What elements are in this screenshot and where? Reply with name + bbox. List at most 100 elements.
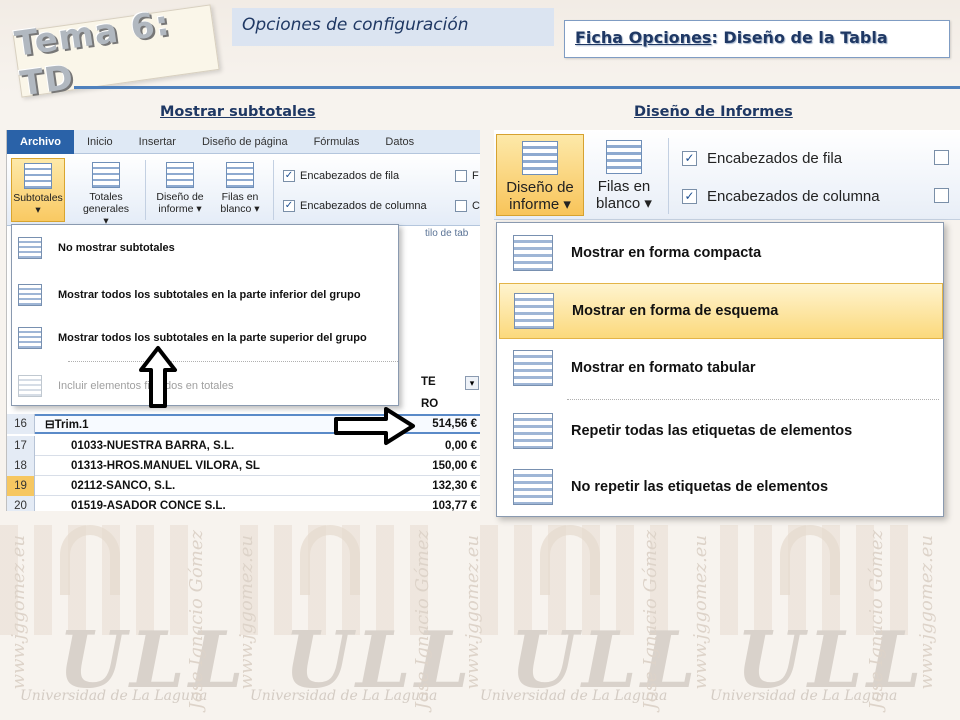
watermark-site: www.jggomez.eu <box>8 535 29 690</box>
encabezados-fila-label: Encabezados de fila <box>707 150 843 167</box>
watermark-arch <box>540 525 600 595</box>
encabezados-columna-check[interactable]: ✓ Encabezados de columna <box>682 188 880 205</box>
menu-item-subtotales-inferior[interactable]: Mostrar todos los subtotales en la parte… <box>18 280 392 310</box>
menu-item-label: Mostrar en forma de esquema <box>572 303 779 319</box>
encabezados-fila-label: Encabezados de fila <box>300 170 400 182</box>
diseno-informe-label-2: informe ▾ <box>158 203 202 215</box>
up-arrow-icon <box>139 346 177 408</box>
outline-layout-icon <box>514 293 554 329</box>
partial-check-f[interactable]: F <box>455 170 479 182</box>
tab-archivo[interactable]: Archivo <box>7 130 74 154</box>
diseno-informe-ribbon: Diseño de informe ▾ Filas en blanco ▾ ✓ … <box>494 130 960 220</box>
diseno-informe-label-2: informe ▾ <box>509 196 571 213</box>
watermark-arch <box>780 525 840 595</box>
table-row[interactable]: 18 01313-HROS.MANUEL VILORA, SL 150,00 € <box>7 455 480 476</box>
watermark-author: Jose Ignacio Gómez <box>866 530 887 710</box>
menu-separator <box>68 361 398 362</box>
styles-group-label: tilo de tab <box>425 228 469 239</box>
filas-blanco-label-2: blanco ▾ <box>596 195 652 212</box>
checkbox-checked-icon: ✓ <box>283 170 295 182</box>
menu-item-label: No mostrar subtotales <box>58 242 175 254</box>
row-value: 103,77 € <box>432 499 477 512</box>
ribbon: Subtotales ▾ Totales generales ▾ Diseño … <box>7 154 480 227</box>
partial-check-c[interactable]: C <box>455 200 480 212</box>
diseno-informe-button[interactable]: Diseño de informe ▾ <box>153 158 207 222</box>
diseno-informe-label: Diseño de <box>506 179 574 196</box>
checkbox-icon[interactable] <box>934 188 949 203</box>
filas-blanco-label: Filas en <box>221 191 259 203</box>
checkbox-checked-icon: ✓ <box>682 189 697 204</box>
row-name: 01519-ASADOR CONCE S.L. <box>71 499 226 512</box>
row-name: ⊟Trim.1 <box>45 419 89 431</box>
ficha-title-suffix: : Diseño de la Tabla <box>711 28 888 47</box>
menu-item-forma-esquema[interactable]: Mostrar en forma de esquema <box>499 283 943 339</box>
row-number: 16 <box>7 414 35 434</box>
caption-left: Mostrar subtotales <box>160 104 316 120</box>
subtotales-icon <box>24 163 52 189</box>
diseno-informe-button[interactable]: Diseño de informe ▾ <box>496 134 584 216</box>
table-row[interactable]: 19 02112-SANCO, S.L. 132,30 € <box>7 475 480 496</box>
section-title-box: Opciones de configuración <box>232 8 554 46</box>
row-number-selected: 19 <box>7 475 35 496</box>
filas-blanco-icon <box>226 162 254 188</box>
watermark-site: www.jggomez.eu <box>236 535 257 690</box>
filas-blanco-button[interactable]: Filas en blanco ▾ <box>213 158 267 222</box>
menu-item-label: Mostrar todos los subtotales en la parte… <box>58 289 361 301</box>
partial-check-c-label: C <box>472 200 480 212</box>
menu-item-incluir-filtrados[interactable]: Incluir elementos filtrados en totales <box>18 371 392 401</box>
layout-icon <box>18 237 42 259</box>
watermark-author: Jose Ignacio Gómez <box>186 530 207 710</box>
ribbon-separator <box>145 160 146 220</box>
tab-inicio[interactable]: Inicio <box>74 130 126 154</box>
subtotales-label: Subtotales <box>13 192 63 204</box>
subtotales-screenshot: Archivo Inicio Insertar Diseño de página… <box>6 130 480 511</box>
tabular-layout-icon <box>513 350 553 386</box>
row-value: 0,00 € <box>445 439 477 452</box>
tab-insertar[interactable]: Insertar <box>126 130 189 154</box>
filter-dropdown-icon[interactable]: ▾ <box>465 376 479 390</box>
row-name: 01313-HROS.MANUEL VILORA, SL <box>71 459 260 472</box>
watermark-university: Universidad de La Laguna <box>250 688 438 704</box>
tab-datos[interactable]: Datos <box>372 130 427 154</box>
encabezados-fila-check[interactable]: ✓ Encabezados de fila <box>682 150 842 167</box>
subtotales-dropdown: ▾ <box>35 204 41 216</box>
tab-formulas[interactable]: Fórmulas <box>301 130 373 154</box>
encabezados-columna-label: Encabezados de columna <box>707 188 880 205</box>
menu-item-label: No repetir las etiquetas de elementos <box>571 479 829 495</box>
encabezados-columna-check[interactable]: ✓ Encabezados de columna <box>283 200 427 212</box>
watermark-author: Jose Ignacio Gómez <box>640 530 661 710</box>
row-name: 01033-NUESTRA BARRA, S.L. <box>71 439 235 452</box>
diseno-informe-icon <box>166 162 194 188</box>
filas-blanco-button[interactable]: Filas en blanco ▾ <box>586 134 662 216</box>
report-layout-icon <box>522 141 558 175</box>
subtotales-button[interactable]: Subtotales ▾ <box>11 158 65 222</box>
subtotales-menu: No mostrar subtotales Mostrar todos los … <box>11 224 399 406</box>
menu-item-no-subtotales[interactable]: No mostrar subtotales <box>18 233 392 263</box>
section-title: Opciones de configuración <box>242 15 469 35</box>
ficha-title-prefix: Ficha Opciones <box>575 28 712 47</box>
no-repeat-labels-icon <box>513 469 553 505</box>
table-row[interactable]: 20 01519-ASADOR CONCE S.L. 103,77 € <box>7 495 480 512</box>
menu-item-label: Mostrar todos los subtotales en la parte… <box>58 332 367 344</box>
watermark-university: Universidad de La Laguna <box>20 688 208 704</box>
ribbon-tab-bar: Archivo Inicio Insertar Diseño de página… <box>7 130 480 154</box>
tab-diseno-pagina[interactable]: Diseño de página <box>189 130 301 154</box>
menu-item-no-repetir-etiquetas[interactable]: No repetir las etiquetas de elementos <box>499 459 943 515</box>
ficha-title-box: Ficha Opciones: Diseño de la Tabla <box>564 20 950 58</box>
menu-item-repetir-etiquetas[interactable]: Repetir todas las etiquetas de elementos <box>499 403 943 459</box>
menu-item-forma-compacta[interactable]: Mostrar en forma compacta <box>499 225 943 281</box>
partial-check-f-label: F <box>472 170 479 182</box>
checkbox-icon[interactable] <box>934 150 949 165</box>
encabezados-fila-check[interactable]: ✓ Encabezados de fila <box>283 170 399 182</box>
blank-rows-icon <box>606 140 642 174</box>
row-value: 132,30 € <box>432 479 477 492</box>
menu-item-formato-tabular[interactable]: Mostrar en formato tabular <box>499 340 943 396</box>
totales-generales-button[interactable]: Totales generales ▾ <box>79 158 133 227</box>
row-number: 17 <box>7 435 35 456</box>
watermark-arch <box>300 525 360 595</box>
filas-blanco-label-2: blanco ▾ <box>220 203 260 215</box>
row-number: 20 <box>7 495 35 511</box>
menu-item-subtotales-superior[interactable]: Mostrar todos los subtotales en la parte… <box>18 323 392 353</box>
ribbon-separator <box>668 138 669 214</box>
checkbox-checked-icon: ✓ <box>283 200 295 212</box>
